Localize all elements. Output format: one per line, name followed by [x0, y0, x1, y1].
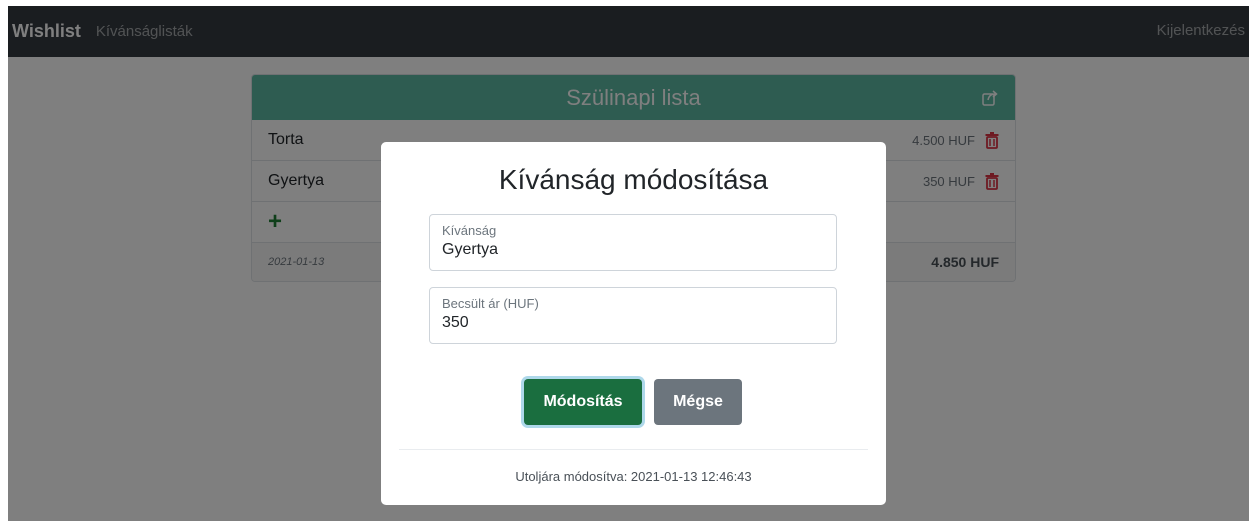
wish-field[interactable]: Kívánság	[429, 214, 837, 271]
last-modified-text: Utoljára módosítva: 2021-01-13 12:46:43	[515, 469, 752, 484]
price-field[interactable]: Becsült ár (HUF)	[429, 287, 837, 344]
modal-title: Kívánság módosítása	[498, 164, 769, 195]
price-field-label: Becsült ár (HUF)	[442, 296, 539, 311]
save-button[interactable]: Módosítás	[524, 379, 642, 425]
cancel-button[interactable]: Mégse	[654, 379, 742, 425]
app-window: Wishlist Kívánságlisták Kijelentkezés Sz…	[8, 6, 1249, 521]
wish-input[interactable]	[442, 241, 824, 259]
wish-field-label: Kívánság	[442, 223, 497, 238]
edit-wish-modal: Kívánság módosítása Kívánság Becsült ár …	[381, 142, 886, 505]
price-input[interactable]	[442, 314, 824, 332]
modal-divider	[399, 449, 868, 450]
